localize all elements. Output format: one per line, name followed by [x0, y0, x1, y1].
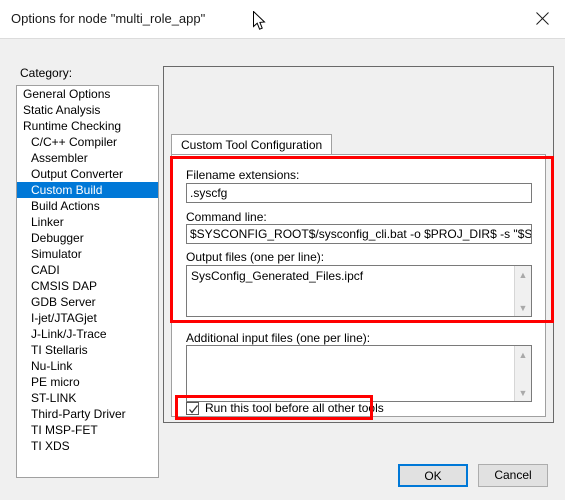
category-listbox[interactable]: General Options Static Analysis Runtime …: [16, 85, 159, 478]
sidebar-item-general-options[interactable]: General Options: [17, 86, 158, 102]
category-label: Category:: [20, 66, 73, 80]
run-before-all-tools-label: Run this tool before all other tools: [205, 401, 384, 415]
scroll-down-icon[interactable]: ▼: [515, 299, 531, 316]
tab-strip: Custom Tool Configuration: [171, 134, 546, 156]
additional-input-files-scrollbar[interactable]: ▲ ▼: [514, 346, 531, 401]
sidebar-item-output-converter[interactable]: Output Converter: [17, 166, 158, 182]
sidebar-item-j-link-j-trace[interactable]: J-Link/J-Trace: [17, 326, 158, 342]
title-bar: Options for node "multi_role_app": [0, 0, 565, 39]
tab-custom-tool-configuration[interactable]: Custom Tool Configuration: [171, 134, 333, 155]
sidebar-item-runtime-checking[interactable]: Runtime Checking: [17, 118, 158, 134]
filename-extensions-label: Filename extensions:: [186, 168, 300, 182]
sidebar-item-build-actions[interactable]: Build Actions: [17, 198, 158, 214]
sidebar-item-ti-stellaris[interactable]: TI Stellaris: [17, 342, 158, 358]
sidebar-item-cadi[interactable]: CADI: [17, 262, 158, 278]
scroll-up-icon[interactable]: ▲: [515, 346, 531, 363]
sidebar-item-i-jet-jtagjet[interactable]: I-jet/JTAGjet: [17, 310, 158, 326]
sidebar-item-linker[interactable]: Linker: [17, 214, 158, 230]
cancel-button[interactable]: Cancel: [478, 464, 548, 487]
sidebar-item-cmsis-dap[interactable]: CMSIS DAP: [17, 278, 158, 294]
output-files-label: Output files (one per line):: [186, 250, 325, 264]
output-files-value: SysConfig_Generated_Files.ipcf: [191, 269, 364, 283]
command-line-input[interactable]: $SYSCONFIG_ROOT$/sysconfig_cli.bat -o $P…: [186, 224, 532, 244]
sidebar-item-ti-xds[interactable]: TI XDS: [17, 438, 158, 454]
sidebar-item-c-cpp-compiler[interactable]: C/C++ Compiler: [17, 134, 158, 150]
scroll-down-icon[interactable]: ▼: [515, 384, 531, 401]
filename-extensions-input[interactable]: .syscfg: [186, 183, 532, 203]
sidebar-item-debugger[interactable]: Debugger: [17, 230, 158, 246]
command-line-label: Command line:: [186, 210, 267, 224]
run-before-all-tools-checkbox[interactable]: [186, 401, 199, 415]
sidebar-item-third-party-driver[interactable]: Third-Party Driver: [17, 406, 158, 422]
run-before-all-tools-row[interactable]: Run this tool before all other tools: [186, 400, 384, 416]
sidebar-item-static-analysis[interactable]: Static Analysis: [17, 102, 158, 118]
output-files-textarea[interactable]: SysConfig_Generated_Files.ipcf ▲ ▼: [186, 265, 532, 317]
sidebar-item-gdb-server[interactable]: GDB Server: [17, 294, 158, 310]
sidebar-item-nu-link[interactable]: Nu-Link: [17, 358, 158, 374]
output-files-scrollbar[interactable]: ▲ ▼: [514, 266, 531, 316]
sidebar-item-st-link[interactable]: ST-LINK: [17, 390, 158, 406]
sidebar-item-custom-build[interactable]: Custom Build: [17, 182, 158, 198]
sidebar-item-ti-msp-fet[interactable]: TI MSP-FET: [17, 422, 158, 438]
additional-input-files-textarea[interactable]: ▲ ▼: [186, 345, 532, 402]
checkmark-icon: [189, 404, 199, 414]
scroll-up-icon[interactable]: ▲: [515, 266, 531, 283]
sidebar-item-simulator[interactable]: Simulator: [17, 246, 158, 262]
close-icon: [535, 12, 549, 25]
sidebar-item-pe-micro[interactable]: PE micro: [17, 374, 158, 390]
close-button[interactable]: [519, 0, 565, 37]
sidebar-item-assembler[interactable]: Assembler: [17, 150, 158, 166]
additional-input-files-label: Additional input files (one per line):: [186, 331, 371, 345]
window-title: Options for node "multi_role_app": [11, 11, 206, 26]
ok-button[interactable]: OK: [398, 464, 468, 487]
